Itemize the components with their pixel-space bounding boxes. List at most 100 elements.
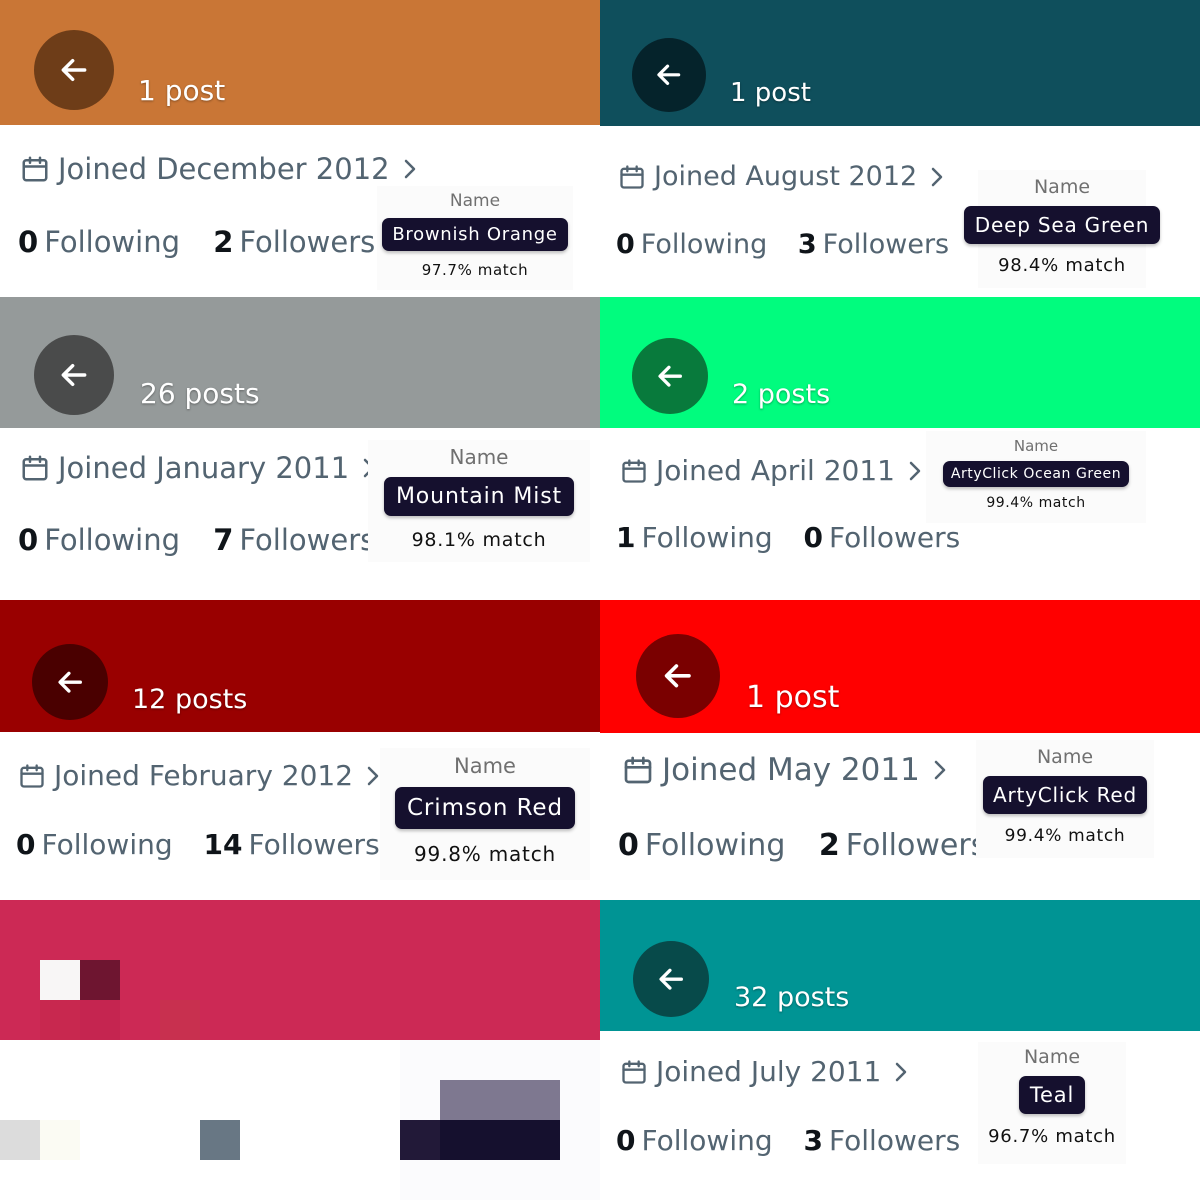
color-name-badge: Teal [1018,1076,1086,1114]
follow-stats: 0 Following 3 Followers [616,1124,960,1157]
match-percent: 96.7% match [988,1126,1116,1147]
match-percent: 99.8% match [414,842,556,866]
join-date-text: Joined April 2011 [656,454,895,487]
color-match-card: Name ArtyClick Ocean Green 99.4% match [926,431,1146,523]
name-label: Name [454,754,516,778]
match-percent: 98.4% match [998,255,1126,276]
followers-link[interactable]: 3 Followers [804,1124,961,1157]
match-percent: 99.4% match [986,495,1086,511]
following-label: Following [640,229,768,260]
following-link[interactable]: 0 Following [616,229,767,260]
following-link[interactable]: 0 Following [18,523,180,557]
back-button[interactable] [34,335,114,415]
back-button[interactable] [632,338,708,414]
pixelated-block [80,1000,120,1040]
chevron-right-icon [402,157,418,181]
following-link[interactable]: 0 Following [16,828,173,861]
following-count: 0 [616,229,635,260]
back-button[interactable] [32,644,108,720]
followers-label: Followers [829,1124,961,1157]
pixelated-block [400,1120,440,1160]
arrow-left-icon [659,968,683,990]
color-name-badge: Brownish Orange [382,218,568,251]
pixelated-block [200,1120,240,1160]
match-percent: 99.4% match [1004,826,1126,846]
calendar-icon [620,457,648,485]
color-name-badge: ArtyClick Red [983,776,1147,814]
calendar-icon [620,1058,648,1086]
following-label: Following [41,828,173,861]
color-name-badge: ArtyClick Ocean Green [942,461,1130,487]
following-link[interactable]: 0 Following [18,225,180,259]
followers-link[interactable]: 0 Followers [804,521,961,554]
following-count: 0 [16,828,36,861]
calendar-icon [20,453,50,483]
match-percent: 98.1% match [411,529,547,551]
followers-count: 0 [803,521,824,554]
chevron-right-icon [929,165,945,189]
following-label: Following [44,225,180,259]
followers-count: 3 [803,1124,824,1157]
join-date-link[interactable]: Joined December 2012 [20,152,418,186]
back-button[interactable] [34,30,114,110]
color-name-badge: Crimson Red [394,787,576,829]
arrow-left-icon [61,363,87,387]
following-link[interactable]: 0 Following [618,828,785,863]
following-count: 0 [616,1124,636,1157]
color-match-card: Name Mountain Mist 98.1% match [368,440,590,562]
followers-link[interactable]: 7 Followers [213,523,375,557]
post-count: 2 posts [732,379,831,410]
pixelated-block [440,1080,560,1120]
followers-link[interactable]: 2 Followers [213,225,375,259]
pixelated-block [40,1120,80,1160]
pixelated-block [40,960,80,1000]
back-button[interactable] [636,634,720,718]
join-date-text: Joined February 2012 [54,759,354,792]
profile-tile-teal: 32 posts Joined July 2011 0 Following 3 Fo… [600,900,1200,1200]
post-count: 12 posts [132,684,248,715]
followers-label: Followers [845,828,987,863]
calendar-icon [622,754,654,786]
pixelated-block [40,1000,80,1040]
join-date-link[interactable]: Joined January 2011 [20,451,377,485]
post-count: 1 post [746,680,840,715]
followers-label: Followers [239,523,376,557]
join-date-link[interactable]: Joined August 2012 [618,161,945,192]
following-label: Following [44,523,180,557]
following-label: Following [641,1124,773,1157]
post-count: 1 post [730,78,811,108]
back-button[interactable] [632,38,706,112]
followers-link[interactable]: 14 Followers [204,828,380,861]
followers-link[interactable]: 3 Followers [798,229,949,260]
follow-stats: 0 Following 3 Followers [616,229,949,260]
following-link[interactable]: 0 Following [616,1124,773,1157]
color-match-card: Name Teal 96.7% match [978,1042,1126,1164]
join-date-link[interactable]: Joined April 2011 [620,454,923,487]
following-link[interactable]: 1 Following [616,521,773,554]
followers-link[interactable]: 2 Followers [819,828,986,863]
back-button[interactable] [633,941,709,1017]
calendar-icon [20,154,50,184]
match-percent: 97.7% match [421,261,529,279]
name-label: Name [1023,1046,1081,1068]
following-count: 0 [618,828,639,863]
follow-stats: 0 Following 7 Followers [18,523,375,557]
pixelated-block [80,960,120,1000]
followers-label: Followers [248,828,380,861]
color-match-card: Name ArtyClick Red 99.4% match [976,740,1154,858]
post-count: 26 posts [140,377,260,410]
join-date-link[interactable]: Joined July 2011 [620,1055,909,1088]
followers-label: Followers [239,225,376,259]
profile-tile-artyclick-ocean-green: 2 posts Joined April 2011 1 Following 0 Fo… [600,297,1200,600]
name-label: Name [1036,746,1094,768]
chevron-right-icon [932,758,948,782]
join-date-link[interactable]: Joined February 2012 [18,759,381,792]
name-label: Name [449,191,501,211]
color-match-card: Name Deep Sea Green 98.4% match [963,170,1161,288]
chevron-right-icon [893,1060,909,1084]
following-label: Following [644,828,786,863]
join-date-link[interactable]: Joined May 2011 [622,752,948,788]
arrow-left-icon [657,64,681,86]
color-name-badge: Deep Sea Green [963,206,1161,244]
followers-label: Followers [829,521,961,554]
